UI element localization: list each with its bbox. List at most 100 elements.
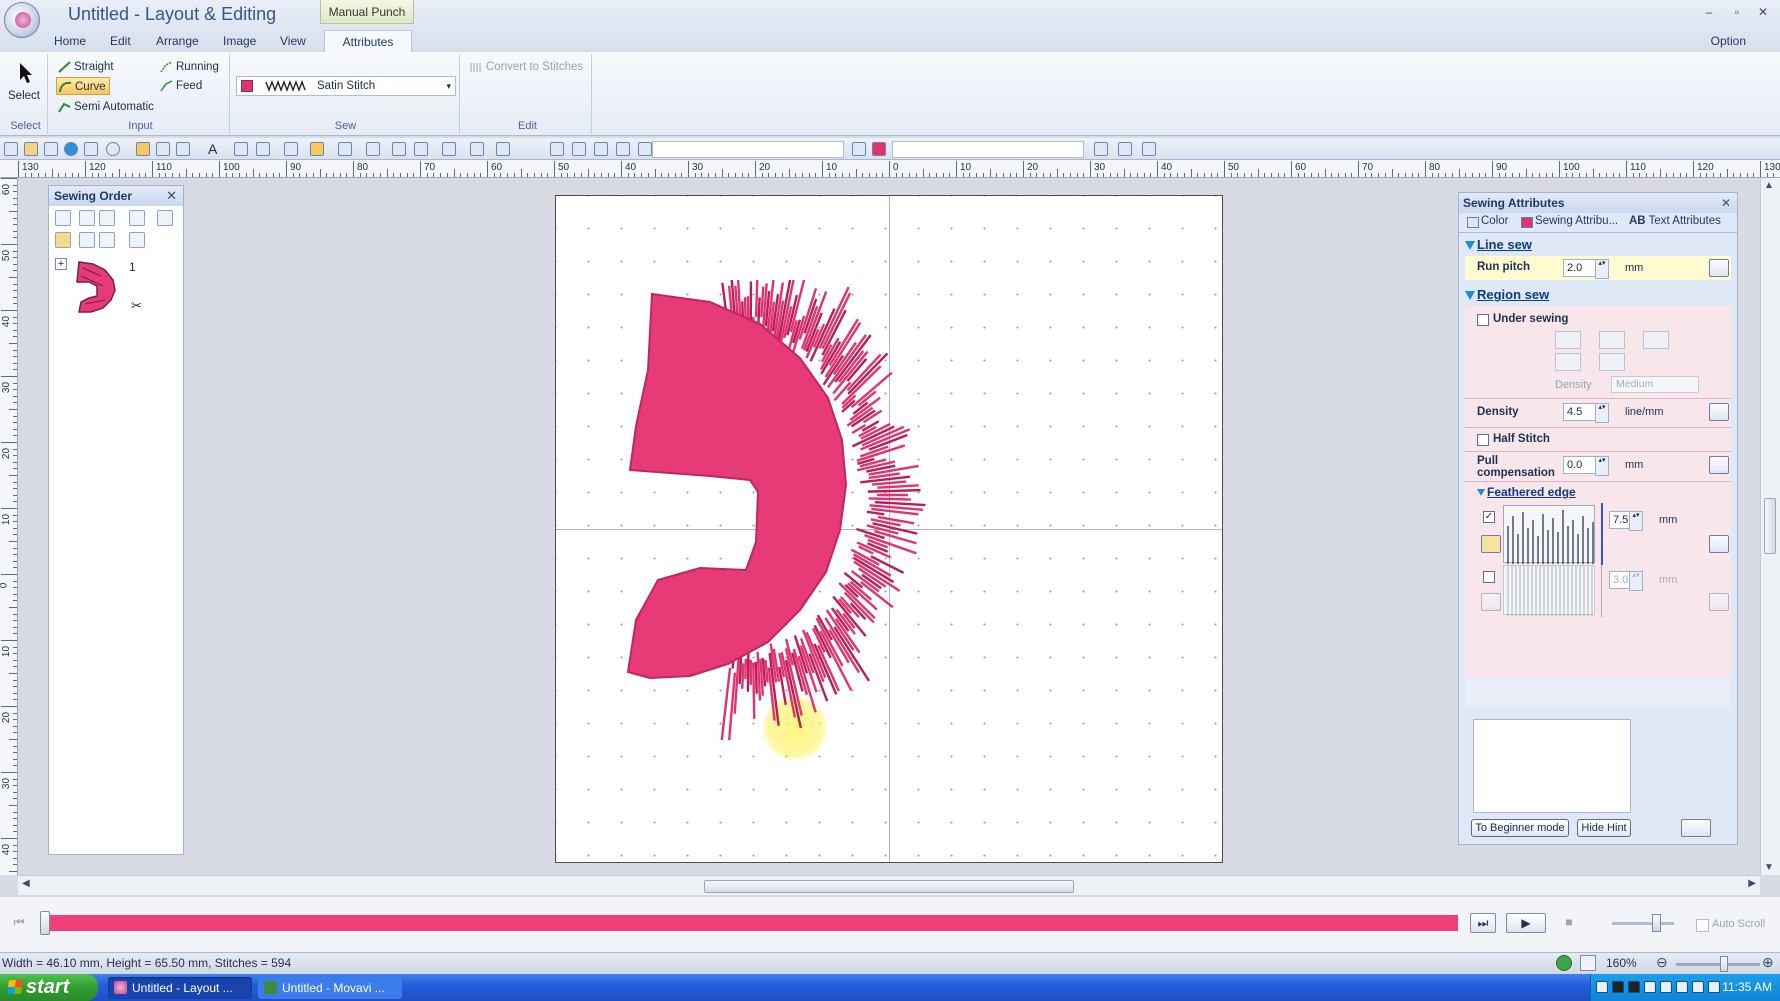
- feathered-edge-1-input[interactable]: 7.5: [1609, 511, 1643, 531]
- expand-icon[interactable]: +: [55, 258, 67, 270]
- tray-arrow-icon[interactable]: [1596, 981, 1608, 993]
- half-stitch-checkbox[interactable]: [1477, 434, 1489, 446]
- align-icon[interactable]: [338, 142, 352, 156]
- line-sew-section[interactable]: Line sew: [1465, 237, 1731, 252]
- region-sew-section[interactable]: Region sew: [1465, 287, 1731, 302]
- zoom-out-icon[interactable]: ⊖: [1656, 954, 1668, 971]
- restore-button[interactable]: ▫: [1726, 5, 1748, 23]
- tab-color[interactable]: Color: [1465, 215, 1508, 228]
- feathered-edge-2-folder-icon[interactable]: [1481, 593, 1501, 611]
- fill-icon[interactable]: [310, 142, 324, 156]
- thread-color-swatch[interactable]: [241, 80, 253, 92]
- close-window-button[interactable]: ✕: [1752, 5, 1774, 23]
- curve-tool-icon[interactable]: [616, 142, 630, 156]
- pattern-icon[interactable]: [638, 142, 652, 156]
- to-beginner-mode-button[interactable]: To Beginner mode: [1471, 819, 1569, 837]
- order-icon[interactable]: [1142, 142, 1156, 156]
- scroll-up-icon[interactable]: ▲: [1764, 180, 1774, 191]
- horizontal-scroll-thumb[interactable]: [704, 880, 1074, 893]
- zoom-in-icon[interactable]: ⊕: [1762, 954, 1774, 971]
- pointer-icon[interactable]: [157, 232, 173, 248]
- font-select[interactable]: [652, 141, 844, 158]
- skip-back-icon[interactable]: ⏮: [6, 913, 32, 933]
- semi-automatic-button[interactable]: Semi Automatic: [56, 98, 157, 116]
- tray-sync-icon[interactable]: [1660, 981, 1672, 993]
- layout-icon[interactable]: [442, 142, 456, 156]
- move-up-icon[interactable]: [79, 232, 95, 248]
- scroll-down-icon[interactable]: ▼: [1764, 862, 1774, 873]
- lock-icon[interactable]: [129, 210, 145, 226]
- star-shape-icon[interactable]: [256, 142, 270, 156]
- curve-button[interactable]: Curve: [56, 77, 110, 95]
- style-select[interactable]: [892, 141, 1084, 158]
- tab-view[interactable]: View: [272, 30, 314, 52]
- color-swatch-icon[interactable]: [872, 142, 886, 156]
- color-group-icon[interactable]: [55, 232, 71, 248]
- tray-volume-icon[interactable]: [1692, 981, 1704, 993]
- feathered-edge-1-preset-icon[interactable]: [1709, 535, 1729, 553]
- under-pattern-4-icon[interactable]: [1555, 353, 1581, 371]
- zoom-slider[interactable]: [1676, 963, 1760, 966]
- satin-icon[interactable]: [852, 142, 866, 156]
- feathered-edge-1-folder-icon[interactable]: [1481, 535, 1501, 553]
- minimize-button[interactable]: –: [1698, 5, 1720, 23]
- pull-compensation-preset-icon[interactable]: [1709, 456, 1729, 474]
- under-pattern-3-icon[interactable]: [1643, 331, 1669, 349]
- tab-text-attributes[interactable]: AB Text Attributes: [1629, 215, 1721, 227]
- convert-to-stitches-button[interactable]: Convert to Stitches: [468, 58, 586, 76]
- task-layout-editing[interactable]: Untitled - Layout ...: [108, 977, 252, 999]
- feathered-edge-2-preset-icon[interactable]: [1709, 593, 1729, 611]
- density-preset-icon[interactable]: [1709, 403, 1729, 421]
- running-button[interactable]: Running: [158, 58, 222, 76]
- grid-icon[interactable]: [84, 142, 98, 156]
- under-pattern-1-icon[interactable]: [1555, 331, 1581, 349]
- task-movavi[interactable]: Untitled - Movavi ...: [258, 977, 402, 999]
- arrange-icon[interactable]: [1118, 142, 1132, 156]
- hide-hint-button[interactable]: Hide Hint: [1577, 819, 1631, 837]
- distribute-icon[interactable]: [1094, 142, 1108, 156]
- under-pattern-2-icon[interactable]: [1599, 331, 1625, 349]
- rectangle-select-icon[interactable]: [366, 142, 380, 156]
- zoom-icon[interactable]: [496, 142, 510, 156]
- copy-order-icon[interactable]: [79, 210, 95, 226]
- run-pitch-preset-icon[interactable]: [1709, 259, 1729, 277]
- toolbar-overflow-icon[interactable]: [1164, 142, 1178, 156]
- feathered-edge-2-input[interactable]: 3.0: [1609, 571, 1643, 591]
- feathered-edge-section[interactable]: Feathered edge: [1477, 485, 1743, 499]
- select-arrow-icon[interactable]: [18, 62, 34, 84]
- tray-security-icon[interactable]: [1676, 981, 1688, 993]
- stop-icon[interactable]: ■: [1556, 913, 1582, 933]
- new-file-icon[interactable]: [4, 142, 18, 156]
- text-tool-icon[interactable]: A: [208, 142, 222, 156]
- sewing-order-item[interactable]: [73, 260, 119, 314]
- tab-edit[interactable]: Edit: [102, 30, 139, 52]
- tab-image[interactable]: Image: [215, 30, 264, 52]
- pointer-icon[interactable]: [524, 142, 538, 156]
- zigzag-icon[interactable]: [594, 142, 608, 156]
- run-pitch-input[interactable]: 2.0: [1563, 259, 1609, 279]
- scroll-left-icon[interactable]: ◀: [22, 878, 30, 889]
- open-folder-icon[interactable]: [24, 142, 38, 156]
- move-icon[interactable]: [392, 142, 406, 156]
- progress-slider-knob[interactable]: [40, 911, 50, 935]
- skip-end-icon[interactable]: ⏭: [1470, 913, 1496, 933]
- scissors-icon[interactable]: [129, 232, 145, 248]
- tray-app-icon[interactable]: [1628, 981, 1640, 993]
- frame-icon[interactable]: [234, 142, 248, 156]
- tray-app-icon[interactable]: [1612, 981, 1624, 993]
- density-input[interactable]: 4.5: [1563, 403, 1609, 423]
- select-all-icon[interactable]: [55, 210, 71, 226]
- feathered-edge-1-checkbox[interactable]: ✓: [1483, 511, 1495, 523]
- import-icon[interactable]: [156, 142, 170, 156]
- context-tab-manual-punch[interactable]: Manual Punch: [320, 0, 414, 24]
- app-logo-icon[interactable]: [4, 2, 40, 38]
- measure-icon[interactable]: [414, 142, 428, 156]
- move-down-icon[interactable]: [99, 232, 115, 248]
- save-icon[interactable]: [44, 142, 58, 156]
- straight-button[interactable]: Straight: [56, 58, 117, 76]
- fit-icon[interactable]: [1556, 955, 1572, 971]
- select-button[interactable]: Select: [8, 90, 40, 102]
- auto-scroll-checkbox[interactable]: Auto Scroll: [1696, 918, 1765, 932]
- option-menu[interactable]: Option: [1711, 30, 1746, 52]
- transfer-icon[interactable]: [136, 142, 150, 156]
